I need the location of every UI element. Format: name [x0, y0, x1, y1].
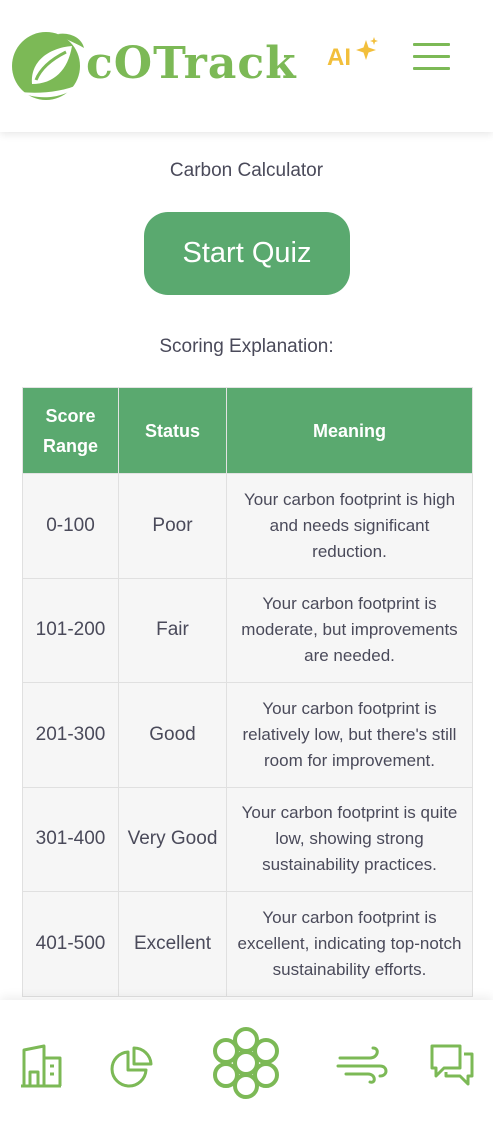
nav-air[interactable]: [336, 1044, 388, 1086]
header-meaning: Meaning: [226, 387, 473, 474]
meaning-cell: Your carbon footprint is high and needs …: [226, 473, 473, 579]
meaning-cell: Your carbon footprint is relatively low,…: [226, 682, 473, 788]
header-score-range: Score Range: [22, 387, 119, 474]
table-row: 301-400 Very Good Your carbon footprint …: [22, 786, 473, 892]
flower-icon: [213, 1027, 279, 1099]
table-row: 401-500 Excellent Your carbon footprint …: [22, 891, 473, 997]
leaf-logo-icon[interactable]: [10, 26, 90, 106]
wind-icon: [336, 1046, 388, 1084]
bottom-navigation: [0, 1000, 493, 1122]
score-range-cell: 101-200: [22, 577, 119, 683]
nav-chat[interactable]: [428, 1042, 476, 1088]
start-quiz-button[interactable]: Start Quiz: [144, 212, 350, 295]
score-range-cell: 0-100: [22, 473, 119, 579]
score-range-cell: 301-400: [22, 786, 119, 892]
pie-chart-icon: [110, 1046, 153, 1088]
home-icon: [21, 1044, 62, 1088]
status-cell: Very Good: [118, 786, 227, 892]
nav-home[interactable]: [18, 1042, 64, 1088]
section-title: Scoring Explanation:: [159, 336, 334, 357]
score-range-cell: 201-300: [22, 682, 119, 788]
menu-line: [413, 43, 450, 46]
brand-name: cOTrack: [86, 38, 297, 89]
page-title: Carbon Calculator: [169, 160, 324, 181]
menu-line: [413, 55, 450, 58]
ai-assistant-button[interactable]: AI: [326, 36, 380, 76]
scoring-table: Score Range Status Meaning 0-100 Poor Yo…: [22, 387, 473, 997]
meaning-cell: Your carbon footprint is moderate, but i…: [226, 577, 473, 683]
nav-home-center[interactable]: [204, 1027, 288, 1099]
score-range-cell: 401-500: [22, 891, 119, 997]
status-cell: Good: [118, 682, 227, 788]
menu-line: [413, 67, 450, 70]
status-cell: Excellent: [118, 891, 227, 997]
app-header: cOTrack AI: [0, 0, 493, 132]
nav-stats[interactable]: [110, 1046, 154, 1088]
status-cell: Fair: [118, 577, 227, 683]
table-row: 201-300 Good Your carbon footprint is re…: [22, 682, 473, 788]
table-header-row: Score Range Status Meaning: [22, 387, 473, 474]
hamburger-menu-button[interactable]: [413, 43, 451, 71]
table-row: 101-200 Fair Your carbon footprint is mo…: [22, 577, 473, 683]
sparkle-icon: [356, 37, 378, 60]
meaning-cell: Your carbon footprint is excellent, indi…: [226, 891, 473, 997]
chat-icon: [430, 1044, 474, 1086]
status-cell: Poor: [118, 473, 227, 579]
meaning-cell: Your carbon footprint is quite low, show…: [226, 786, 473, 892]
ai-label: AI: [327, 44, 351, 71]
table-row: 0-100 Poor Your carbon footprint is high…: [22, 473, 473, 579]
header-status: Status: [118, 387, 227, 474]
